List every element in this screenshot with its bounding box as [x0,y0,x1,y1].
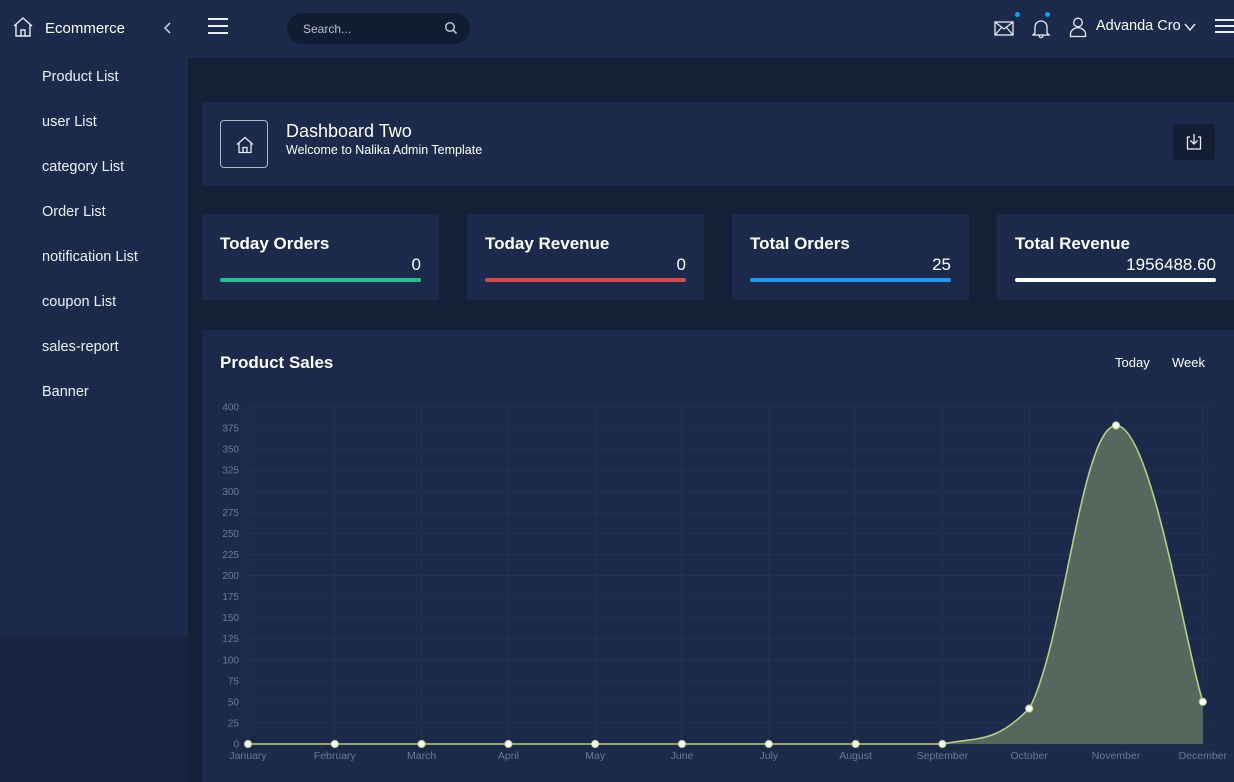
sidebar: Ecommerce Product List user List categor… [0,0,188,636]
stat-progress-bar [1015,278,1216,282]
stat-label: Today Revenue [485,234,610,253]
data-point [677,739,687,749]
data-point [417,739,426,749]
x-tick-label: December [1179,750,1228,762]
user-name[interactable]: Advanda Cro [1096,18,1181,34]
stat-progress-bar [750,278,951,282]
page-home-icon-box [220,120,268,168]
x-tick-label: August [839,750,872,762]
sidebar-brand: Ecommerce [0,0,188,58]
mail-notification-dot [1015,12,1020,17]
data-point [764,739,773,749]
sidebar-item-order-list[interactable]: Order List [0,193,188,238]
data-point [504,739,513,749]
stat-progress-bar [220,278,421,282]
x-tick-label: February [314,750,357,762]
sidebar-item-product-list[interactable]: Product List [0,58,188,103]
hamburger-menu-icon[interactable] [208,18,228,36]
stat-card-today-orders: Today Orders 0 [202,214,439,300]
x-tick-label: March [407,750,436,762]
stat-label: Total Revenue [1015,234,1130,253]
sidebar-item-category-list[interactable]: category List [0,148,188,193]
home-icon[interactable] [12,16,34,38]
y-tick-label: 175 [222,592,239,603]
y-tick-label: 50 [228,697,240,708]
x-tick-label: June [671,750,694,762]
y-tick-label: 200 [222,571,239,582]
data-point [851,739,860,749]
stat-label: Today Orders [220,234,330,253]
stat-card-total-orders: Total Orders 25 [732,214,969,300]
product-sales-card: Product Sales Today Week 0 25 50 75 100 125 15… [202,330,1234,782]
search-input[interactable] [303,20,433,37]
y-tick-label: 0 [233,740,239,751]
mail-icon[interactable] [993,17,1015,39]
data-point [1025,704,1034,713]
chevron-left-icon[interactable] [162,18,174,38]
y-tick-label: 75 [228,676,240,687]
x-tick-label: October [1011,750,1049,762]
data-point [591,739,600,749]
stat-card-today-revenue: Today Revenue 0 [467,214,704,300]
user-icon[interactable] [1069,16,1087,38]
sidebar-footer-area [0,636,188,782]
x-tick-label: January [229,750,267,762]
y-tick-label: 300 [222,487,239,498]
stat-value: 1956488.60 [1126,255,1216,274]
stat-value: 0 [676,255,686,274]
data-point [243,739,253,749]
y-tick-label: 225 [222,550,239,561]
stat-value: 25 [932,255,951,274]
x-tick-label: November [1092,750,1141,762]
data-point [938,739,947,749]
y-tick-label: 125 [222,634,239,645]
bell-icon[interactable] [1030,17,1052,39]
page-header-card: Dashboard Two Welcome to Nalika Admin Te… [202,102,1234,186]
y-tick-label: 275 [222,508,239,519]
home-icon [236,136,254,154]
download-button[interactable] [1173,124,1215,160]
product-sales-chart: 0 25 50 75 100 125 150 175 200 225 250 275 300 325 350… [222,403,1228,763]
page-subtitle: Welcome to Nalika Admin Template [286,143,483,157]
y-tick-label: 250 [222,529,239,540]
stat-value: 0 [411,255,421,274]
y-tick-label: 350 [222,445,239,456]
x-tick-label: September [917,750,969,762]
search-icon[interactable] [444,21,458,35]
stat-card-total-revenue: Total Revenue 1956488.60 [997,214,1234,300]
top-header: Advanda Cro [188,0,1234,58]
x-tick-label: May [585,750,606,762]
sidebar-item-user-list[interactable]: user List [0,103,188,148]
page-title: Dashboard Two [286,121,412,141]
y-tick-label: 400 [222,403,239,414]
download-icon [1186,134,1202,150]
x-tick-label: April [498,750,519,762]
x-tick-label: July [759,750,778,762]
y-tick-label: 100 [222,655,239,666]
stat-label: Total Orders [750,234,850,253]
search-box [287,13,470,44]
stat-progress-bar [485,278,686,282]
series-area [248,425,1203,744]
sidebar-item-banner[interactable]: Banner [0,373,188,418]
y-tick-label: 150 [222,613,239,624]
y-tick-label: 25 [228,718,240,729]
data-point [1111,421,1121,430]
sidebar-item-coupon-list[interactable]: coupon List [0,283,188,328]
data-point [330,739,339,749]
bell-notification-dot [1045,12,1050,17]
y-tick-label: 325 [222,466,239,477]
sidebar-item-sales-report[interactable]: sales-report [0,328,188,373]
brand-title: Ecommerce [45,20,126,37]
sidebar-item-notification-list[interactable]: notification List [0,238,188,283]
y-tick-label: 375 [222,424,239,435]
data-point [1198,697,1207,706]
chevron-down-icon[interactable] [1184,22,1196,32]
sidebar-menu: Product List user List category List Ord… [0,58,188,418]
right-menu-icon[interactable] [1215,19,1234,35]
